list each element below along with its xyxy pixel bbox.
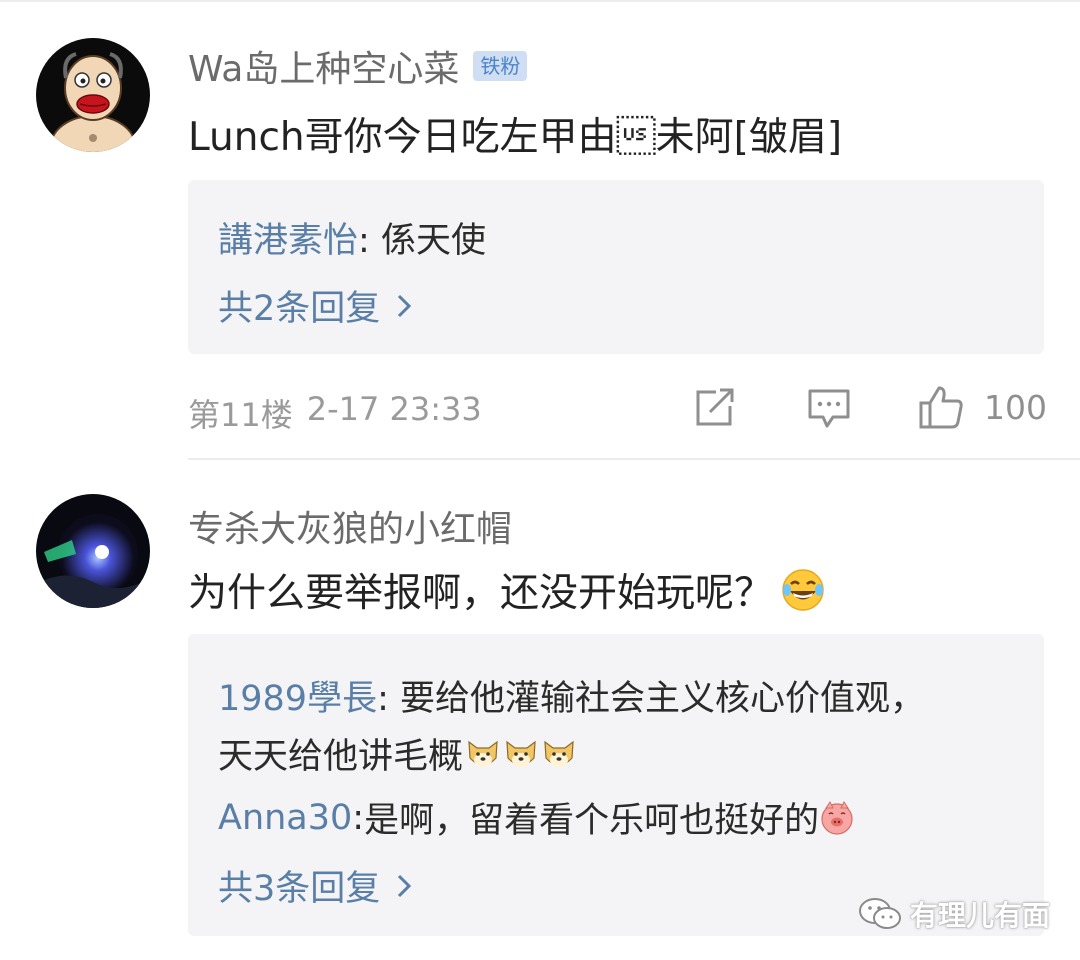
- more-replies-label: 共2条回复: [218, 289, 381, 329]
- reply-item-continued: 天天给他讲毛概: [218, 728, 577, 779]
- comment-divider: [188, 458, 1080, 460]
- like-count: 100: [984, 387, 1047, 427]
- night-scene-avatar-image: [36, 494, 150, 608]
- doge-emoji: [506, 740, 536, 767]
- avatar[interactable]: [36, 494, 150, 608]
- reply-text: 係天使: [380, 221, 486, 261]
- thumbs-up-icon: [919, 386, 963, 429]
- comment-meta: 第11楼 2-17 23:33: [188, 390, 482, 436]
- reply-item: Anna30: 是啊，留着看个乐呵也挺好的: [218, 792, 855, 843]
- more-replies-link[interactable]: 共2条回复: [218, 280, 412, 331]
- comment-text-row: 为什么要举报啊，还没开始玩呢？: [188, 562, 825, 618]
- pig-emoji: [821, 800, 853, 835]
- avatar[interactable]: [36, 38, 150, 152]
- reply-text: 是啊，留着看个乐呵也挺好的: [364, 801, 820, 841]
- reply-box[interactable]: 1989學長: 要给他灌输社会主义核心价值观， 天天给他讲毛概 Anna30:…: [188, 634, 1044, 936]
- more-replies-link[interactable]: 共3条回复: [218, 860, 412, 911]
- timestamp: 2-17 23:33: [306, 390, 482, 428]
- more-replies-label: 共3条回复: [218, 869, 381, 909]
- watermark-text: 有理儿有面: [910, 899, 1051, 932]
- reply-username[interactable]: 講港素怡: [218, 221, 358, 261]
- cartoon-avatar-image: [36, 38, 150, 152]
- wechat-icon: [859, 898, 901, 929]
- doge-emoji-group: [465, 736, 577, 772]
- reply-username[interactable]: 1989學長: [218, 679, 377, 719]
- chevron-right-icon: [398, 874, 412, 897]
- share-icon[interactable]: [694, 388, 736, 428]
- like-button[interactable]: 100: [918, 384, 1047, 430]
- fan-badge: 铁粉: [473, 51, 528, 81]
- comment-header: Wa岛上种空心菜 铁粉: [188, 40, 528, 92]
- reply-item: 1989學長: 要给他灌输社会主义核心价值观，: [218, 670, 925, 721]
- comment-icon[interactable]: [807, 388, 851, 430]
- username[interactable]: Wa岛上种空心菜: [188, 40, 459, 92]
- top-divider: [0, 0, 1080, 2]
- reply-box[interactable]: 講港素怡: 係天使 共2条回复: [188, 180, 1044, 354]
- floor-number: 第11楼: [188, 396, 293, 434]
- username[interactable]: 专杀大灰狼的小红帽: [188, 500, 512, 552]
- reply-username[interactable]: Anna30: [218, 798, 352, 838]
- reply-text-line2: 天天给他讲毛概: [218, 737, 464, 777]
- reply-text: 要给他灌输社会主义核心价值观，: [400, 679, 926, 719]
- laugh-cry-emoji: [782, 569, 824, 611]
- reply-separator: :: [377, 679, 400, 719]
- doge-emoji: [468, 740, 498, 767]
- watermark: 有理儿有面: [858, 894, 1050, 934]
- reply-separator: :: [352, 797, 365, 838]
- reply-item: 講港素怡: 係天使: [218, 212, 486, 263]
- comment-text: Lunch哥你今日吃左甲由 未阿[皱眉]: [188, 115, 843, 160]
- chevron-right-icon: [398, 294, 412, 317]
- doge-emoji: [544, 740, 574, 767]
- comment-text: 为什么要举报啊，还没开始玩呢？: [188, 571, 774, 616]
- reply-separator: :: [358, 221, 381, 261]
